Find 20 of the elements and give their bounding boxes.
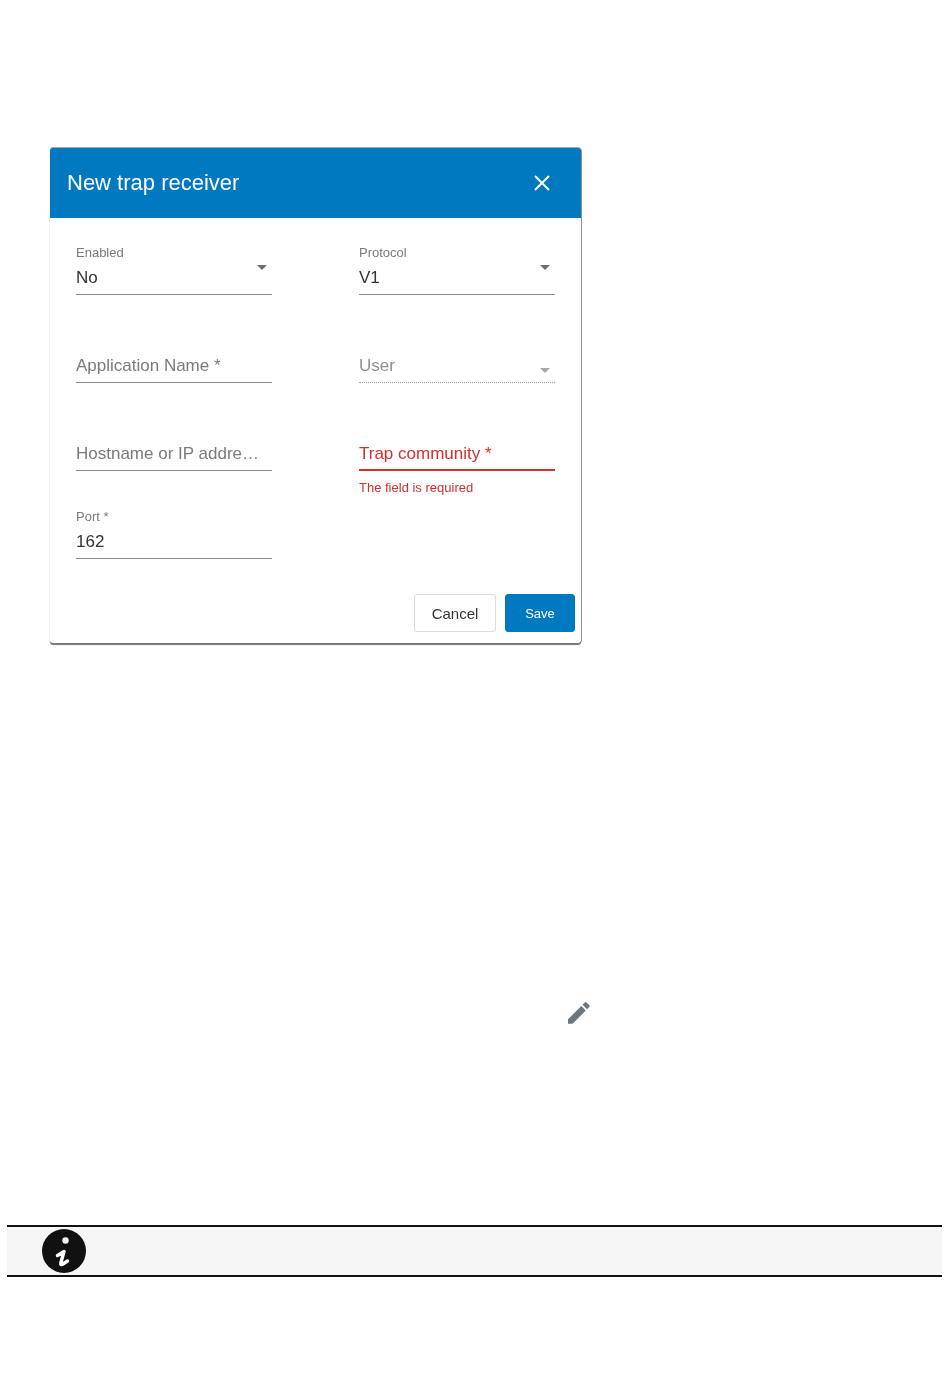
cancel-button[interactable]: Cancel	[414, 594, 496, 632]
dropdown-field[interactable]: Enabled No	[76, 245, 272, 295]
caret-icon	[540, 264, 550, 270]
caret-icon	[540, 368, 550, 373]
field-label: Enabled	[76, 245, 124, 260]
dropdown-field[interactable]: Protocol V1	[359, 245, 555, 295]
dialog-title: New trap receiver	[67, 169, 240, 197]
info-icon	[42, 1229, 86, 1273]
text-field[interactable]: Port * 162	[76, 509, 272, 559]
save-button[interactable]: Save	[505, 594, 575, 632]
close-button[interactable]	[534, 175, 550, 191]
text-field[interactable]: Hostname or IP addre…	[76, 421, 272, 471]
text-field[interactable]: Application Name *	[76, 333, 272, 383]
pencil-icon[interactable]	[568, 1002, 590, 1024]
field-label: Protocol	[359, 245, 407, 260]
field-label: Port *	[76, 509, 109, 524]
caret-icon	[257, 264, 267, 270]
error-message: The field is required	[359, 480, 474, 496]
text-field[interactable]: Trap community *	[359, 421, 555, 471]
close-icon	[534, 175, 550, 191]
